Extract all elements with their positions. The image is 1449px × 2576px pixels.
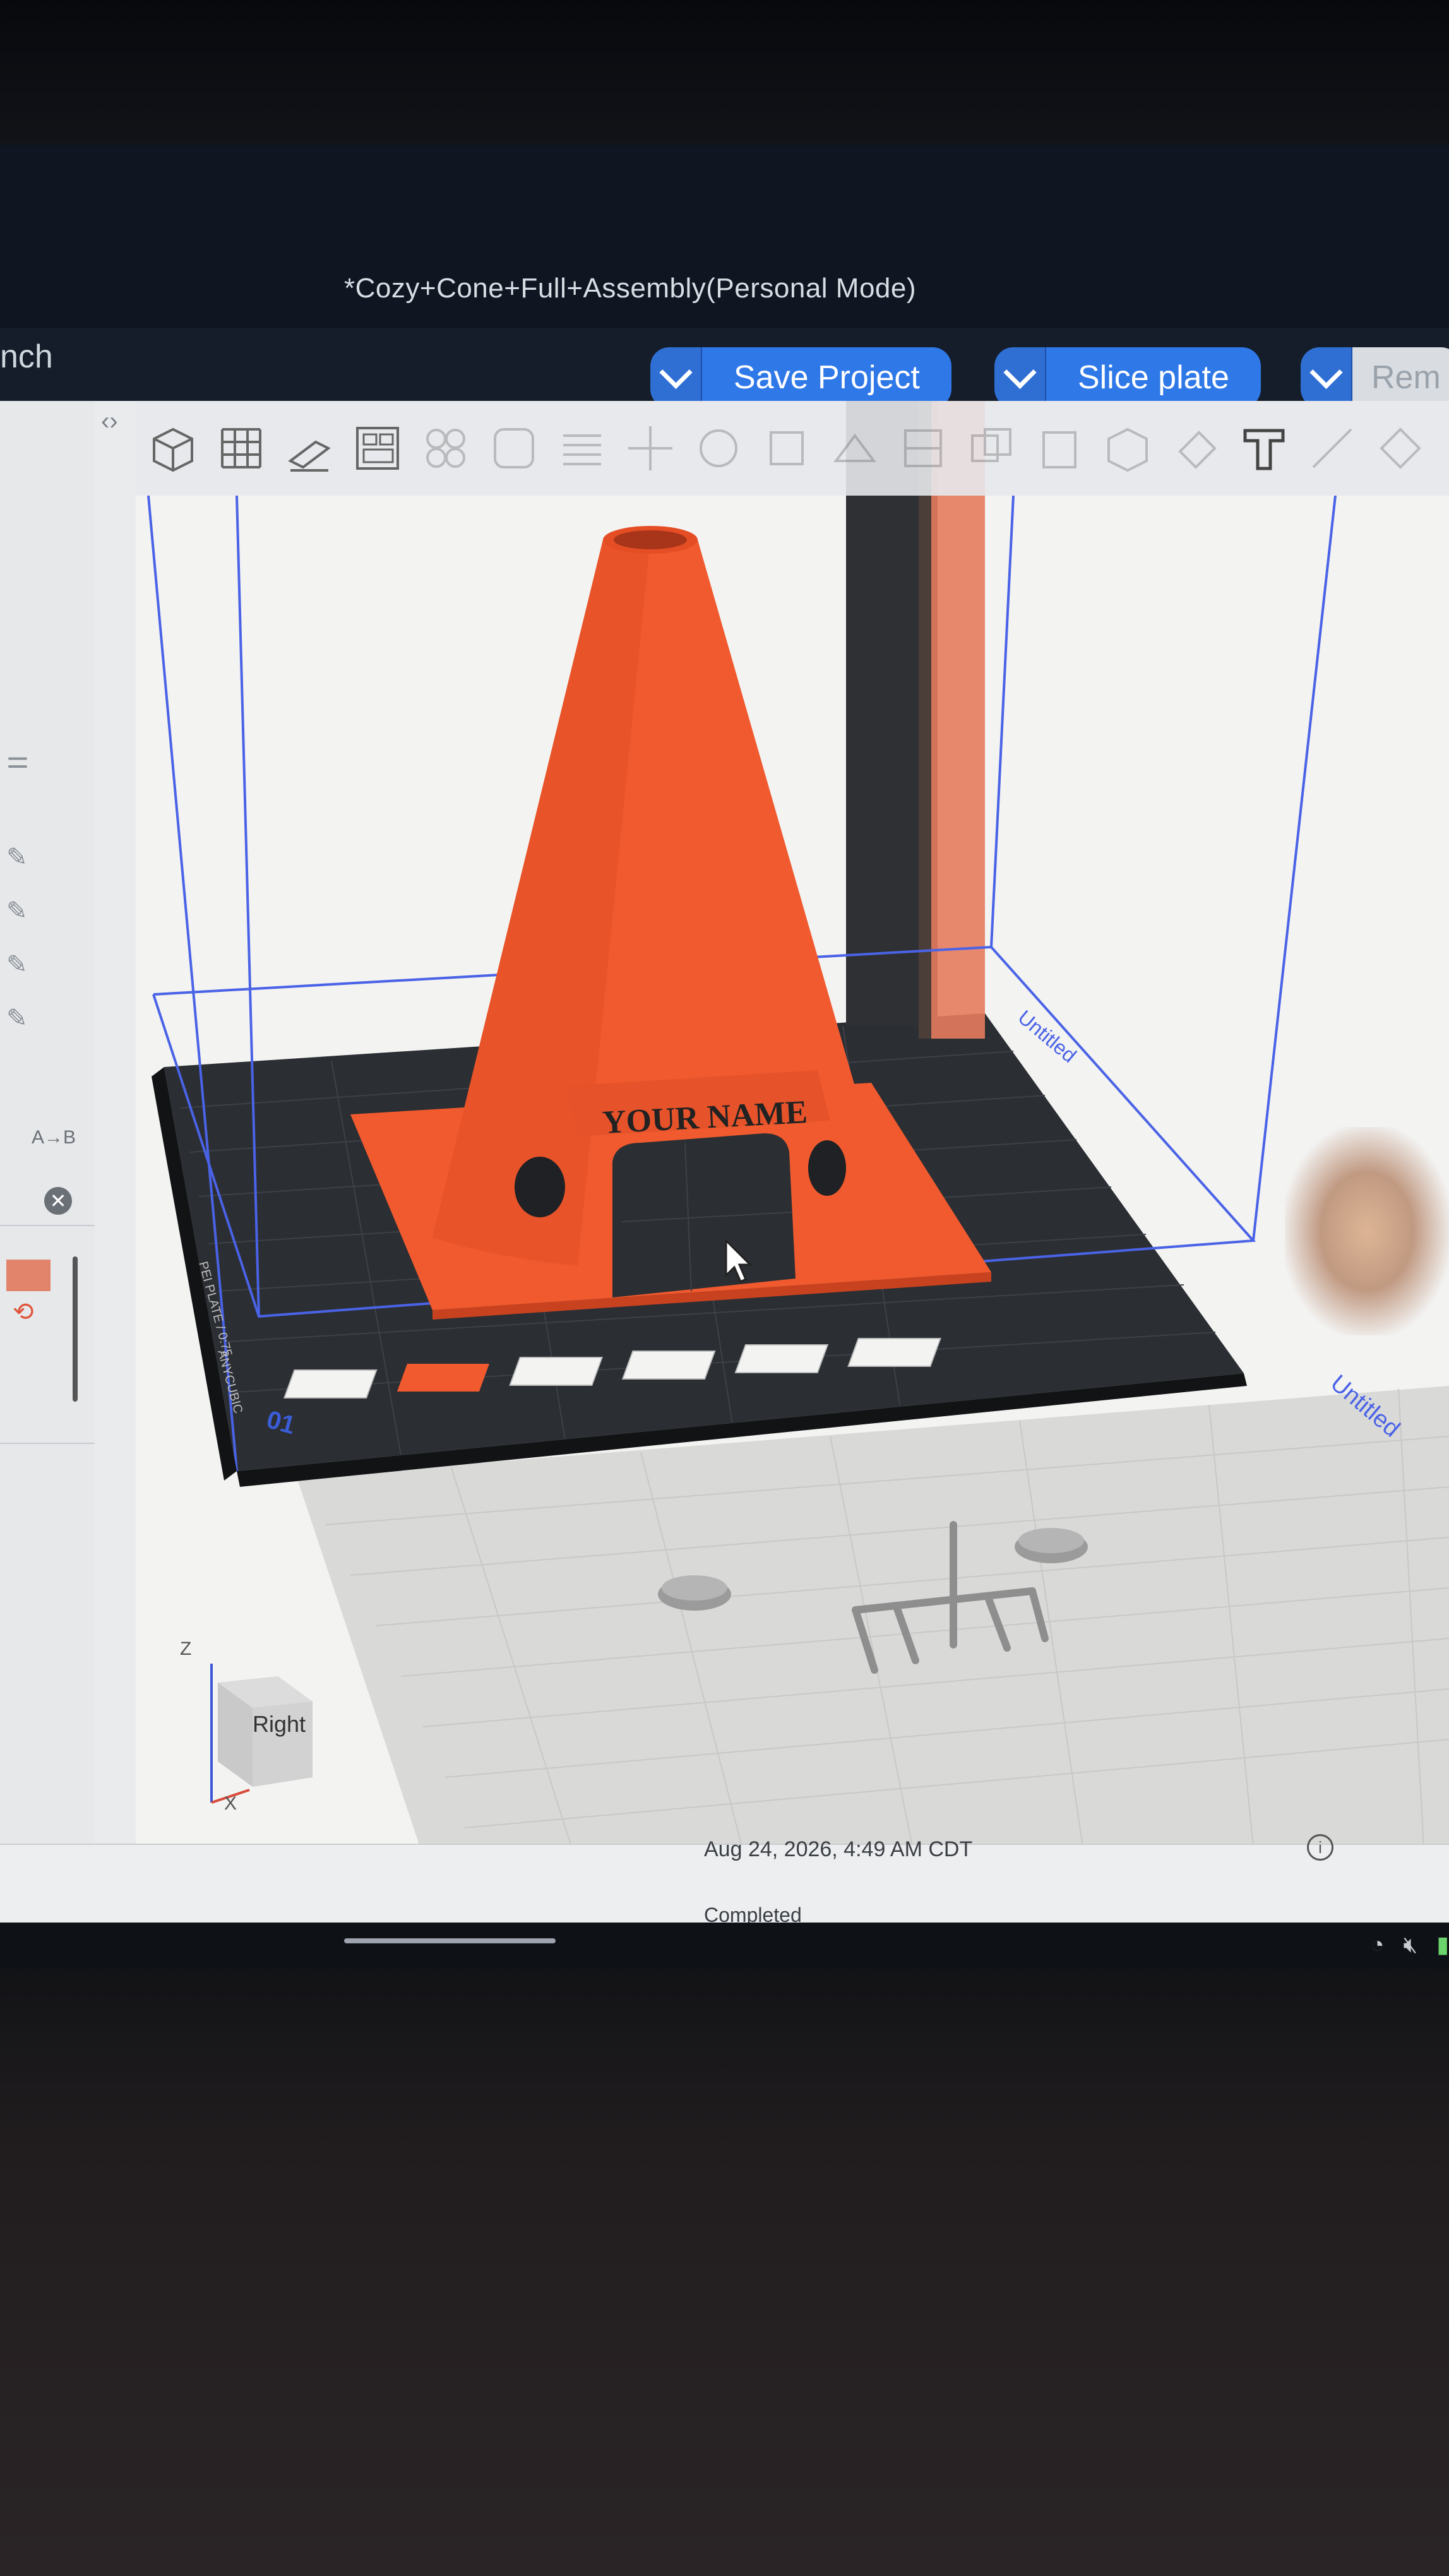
collapse-column: ‹›: [95, 401, 137, 1847]
divider: [0, 1443, 95, 1444]
info-icon[interactable]: i: [1307, 1834, 1333, 1861]
cube-face-label: Right: [253, 1711, 306, 1737]
orient-plate-icon: [397, 1364, 489, 1392]
chevron-down-icon: [1003, 355, 1037, 389]
arrange-icon[interactable]: [349, 420, 406, 477]
layers-icon[interactable]: [554, 420, 611, 477]
third-dropdown-button[interactable]: [1301, 347, 1352, 408]
collapse-sidebar-icon[interactable]: ‹›: [101, 407, 118, 436]
cone-hole-left: [515, 1157, 565, 1217]
mute-icon[interactable]: 🔇︎: [1404, 1931, 1418, 1959]
monitor-bezel-top: [0, 0, 1449, 145]
left-sidebar: ⚌ ✎ ✎ ✎ ✎ A→B ✕ ⟲: [0, 401, 100, 1847]
edit-icon[interactable]: ✎: [6, 897, 35, 926]
save-project-button[interactable]: Save Project: [702, 347, 951, 408]
cut-icon[interactable]: [895, 420, 951, 477]
cone-arch: [612, 1133, 796, 1297]
save-dropdown-button[interactable]: [650, 347, 702, 408]
support-paint-icon[interactable]: [1031, 420, 1088, 477]
navigation-cube[interactable]: Z Right X: [174, 1638, 344, 1815]
measure-icon[interactable]: [1304, 420, 1361, 477]
edit-icon[interactable]: ✎: [6, 843, 35, 872]
reset-icon[interactable]: ⟲: [13, 1297, 34, 1327]
taskbar: [0, 1923, 1449, 1967]
move-icon[interactable]: [622, 420, 679, 477]
sliders-icon[interactable]: ⚌: [6, 745, 35, 774]
assembly-icon[interactable]: [1372, 420, 1429, 477]
plate-move-icon: [734, 1344, 829, 1373]
wifi-icon[interactable]: ◔: [1371, 1931, 1385, 1958]
split-objects-icon[interactable]: [417, 420, 474, 477]
selected-object-icon[interactable]: [6, 1260, 51, 1291]
arrange-plate-icon: [283, 1369, 378, 1398]
3d-viewport[interactable]: YOUR NAME Untitled Untitled 01 PEI PLATE…: [136, 401, 1449, 1847]
chevron-down-icon: [659, 355, 693, 389]
close-icon[interactable]: ✕: [44, 1187, 72, 1215]
cone-hole-right: [808, 1140, 846, 1196]
divider: [0, 1225, 95, 1226]
edit-icon[interactable]: ✎: [6, 1004, 35, 1033]
seam-paint-icon[interactable]: [1099, 420, 1156, 477]
cube-add-icon[interactable]: [145, 420, 201, 477]
third-action-button[interactable]: Rem: [1352, 347, 1449, 408]
text-icon[interactable]: [1236, 420, 1292, 477]
3d-toolbar: [136, 401, 1449, 496]
grid-icon[interactable]: [213, 420, 270, 477]
battery-icon[interactable]: ▮: [1436, 1931, 1449, 1958]
color-paint-icon[interactable]: [1167, 420, 1224, 477]
panel-scrollbar[interactable]: [73, 1256, 78, 1402]
slice-plate-button[interactable]: Slice plate: [1046, 347, 1261, 408]
lock-plate-icon: [509, 1357, 603, 1386]
rename-icon[interactable]: A→B: [32, 1127, 76, 1148]
rotate-icon[interactable]: [690, 420, 747, 477]
scale-icon[interactable]: [758, 420, 815, 477]
desk-surface: [0, 1967, 1449, 2576]
save-project-group: Save Project: [650, 346, 951, 409]
third-button-group: Rem: [1301, 346, 1449, 409]
edit-icon[interactable]: ✎: [6, 950, 35, 979]
app-screen: ⚌ ✎ ✎ ✎ ✎ A→B ✕ ⟲ ‹› YOUR NAME Untitled …: [0, 401, 1449, 1847]
slice-plate-group: Slice plate: [994, 346, 1261, 409]
mesh-boolean-icon[interactable]: [963, 420, 1020, 477]
delete-plate-icon: [847, 1338, 941, 1367]
axis-z-label: Z: [180, 1638, 192, 1659]
scene-canvas: YOUR NAME Untitled Untitled 01 PEI PLATE…: [147, 401, 1449, 1847]
auto-orient-icon[interactable]: [281, 420, 338, 477]
screen-glare: [1285, 1127, 1449, 1335]
plate-settings-icon: [621, 1351, 716, 1380]
split-parts-icon[interactable]: [486, 420, 542, 477]
chevron-down-icon: [1309, 355, 1343, 389]
app-name: nch: [0, 338, 53, 375]
window-title: *Cozy+Cone+Full+Assembly(Personal Mode): [344, 273, 917, 304]
lay-on-face-icon[interactable]: [826, 420, 883, 477]
home-indicator[interactable]: [344, 1938, 556, 1943]
notification-date: Aug 24, 2026, 4:49 AM CDT: [704, 1837, 973, 1861]
system-tray: ◔ 🔇︎ ▮: [1371, 1926, 1449, 1964]
slice-dropdown-button[interactable]: [994, 347, 1046, 408]
axis-x-label: X: [224, 1793, 237, 1814]
